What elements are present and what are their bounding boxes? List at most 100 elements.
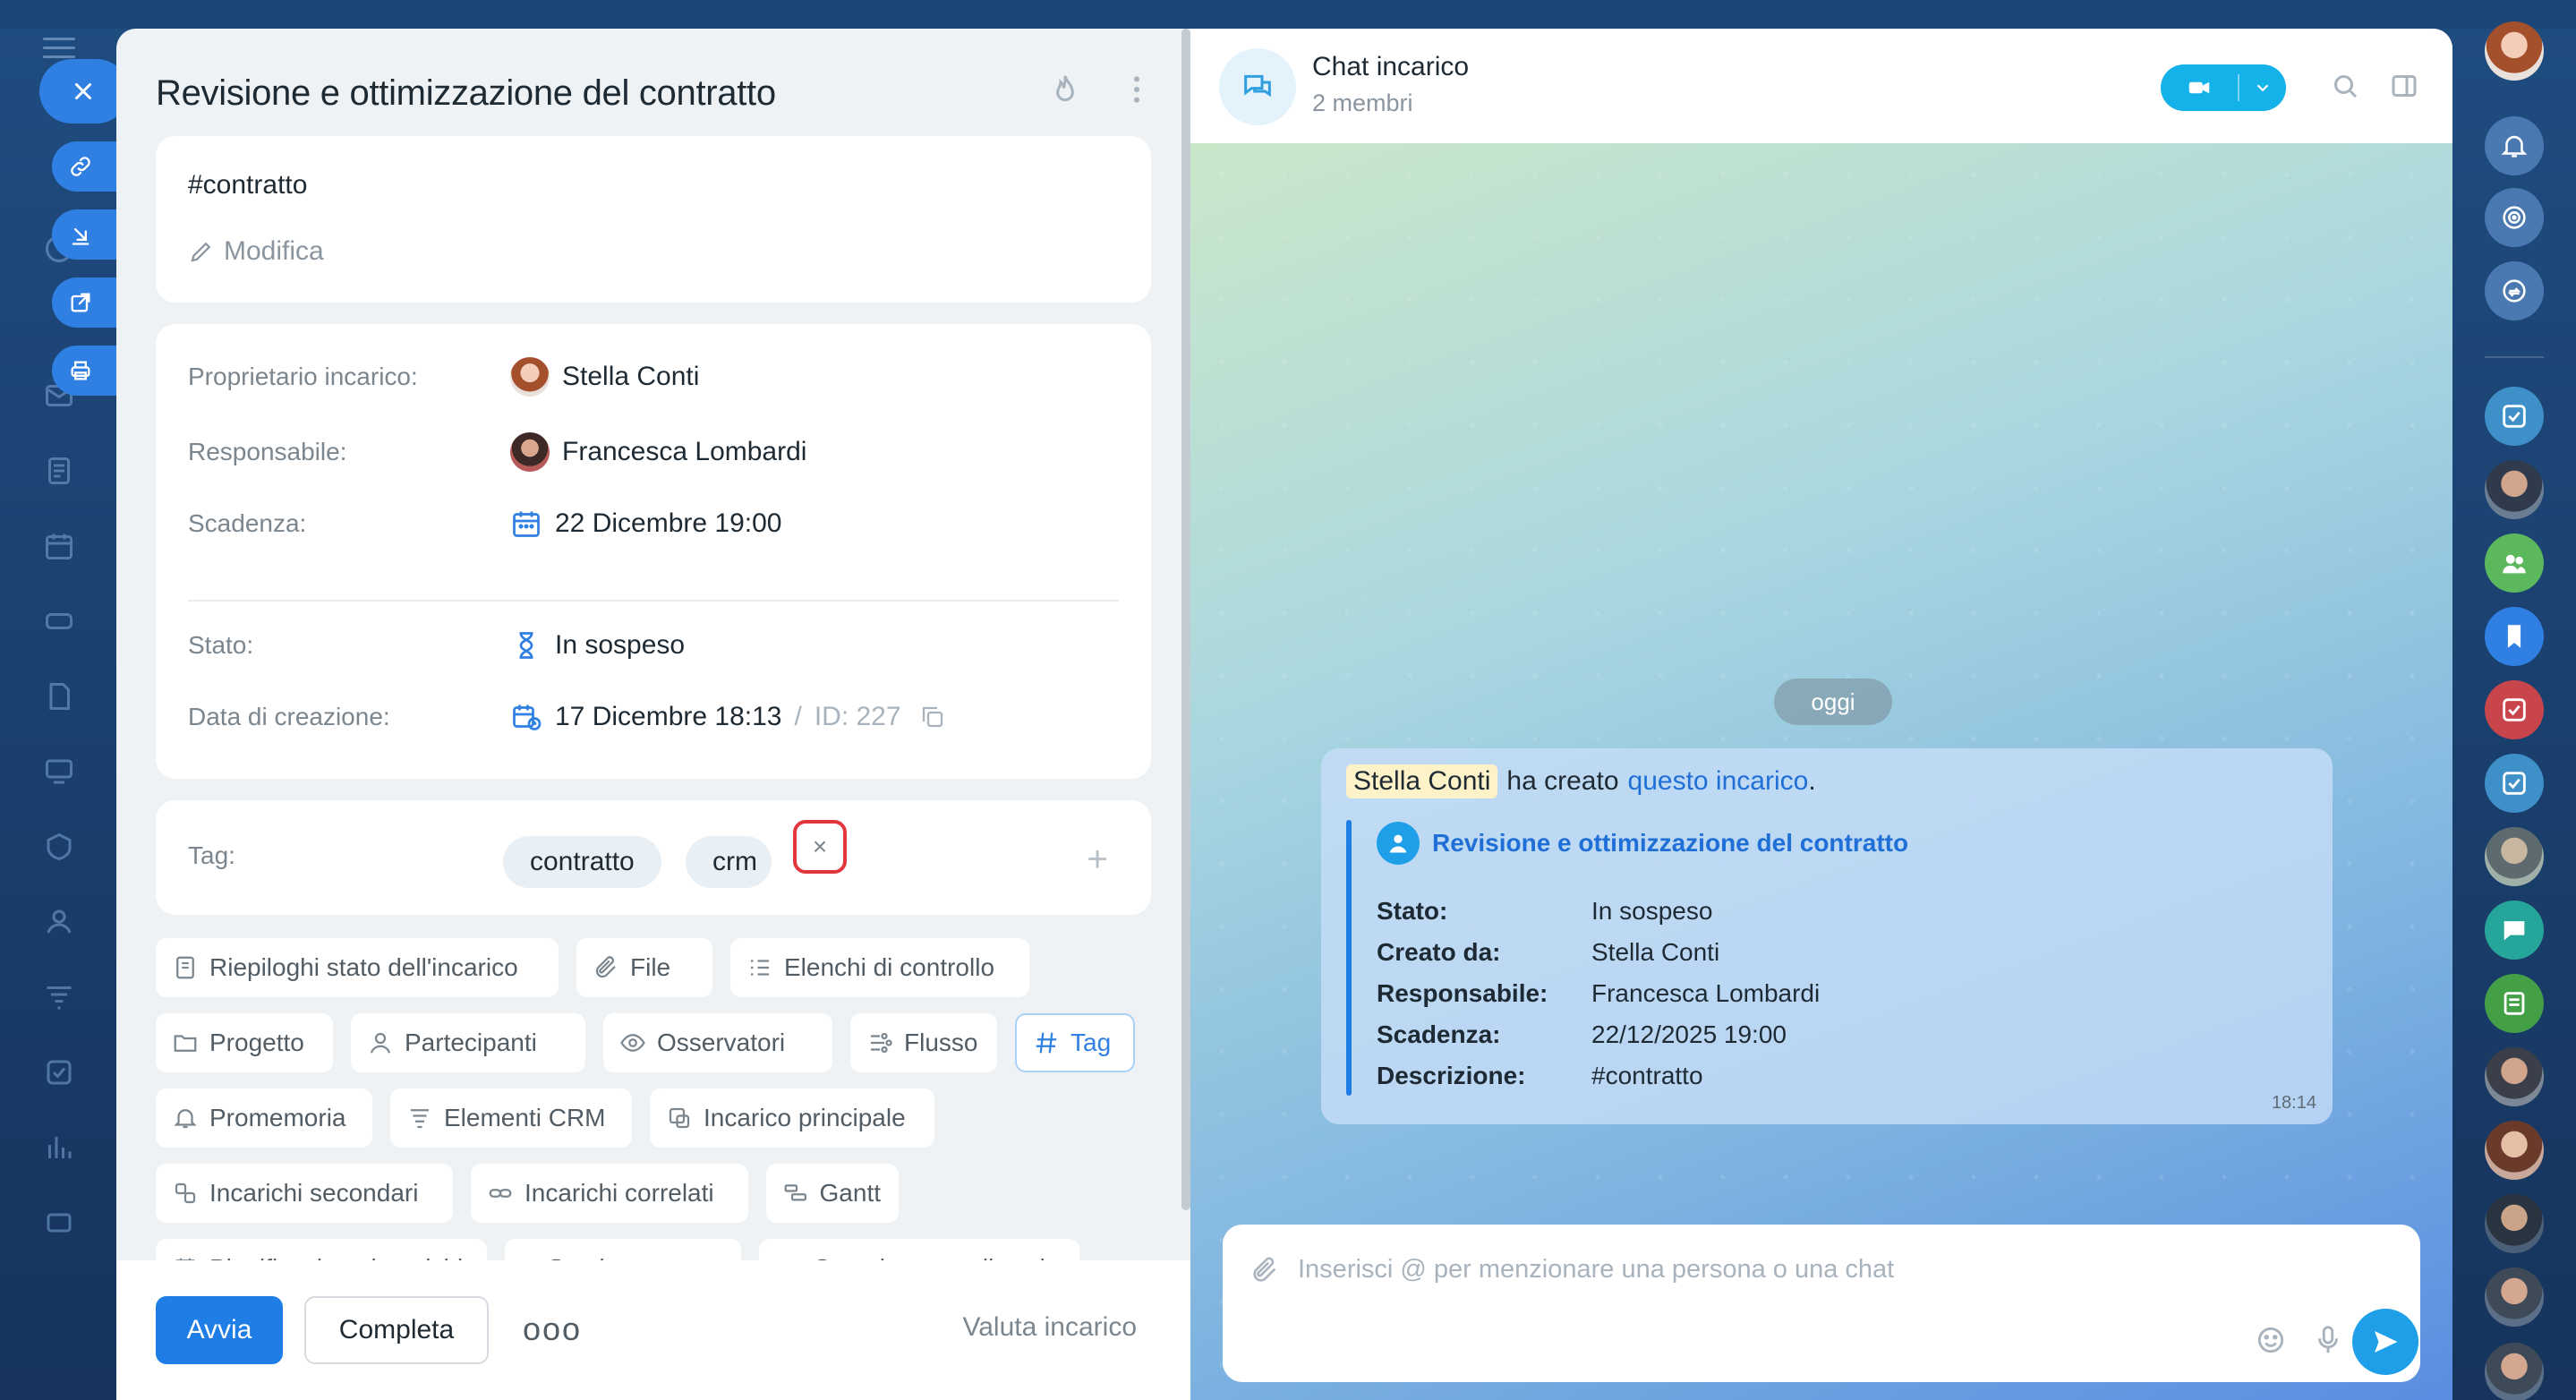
shield-nav-icon[interactable]: [43, 831, 75, 863]
deadline-value[interactable]: 22 Dicembre 19:00: [510, 508, 781, 540]
more-actions-button[interactable]: ooo: [523, 1310, 582, 1348]
subtasks-icon: [175, 1182, 196, 1204]
tags-label: Tag:: [188, 841, 235, 869]
task-link[interactable]: questo incarico: [1628, 766, 1809, 796]
chat-avatar[interactable]: [1219, 48, 1296, 125]
document-nav-icon[interactable]: [43, 455, 75, 487]
tag-chip[interactable]: contratto: [503, 836, 661, 888]
message-author[interactable]: Stella Conti: [1346, 764, 1498, 798]
microphone-icon[interactable]: [2311, 1323, 2345, 1357]
paperclip-icon: [595, 956, 616, 978]
quote-title[interactable]: Revisione e ottimizzazione del contratto: [1377, 822, 1908, 865]
chip-participants[interactable]: Partecipanti: [351, 1013, 585, 1072]
eye-icon: [620, 1034, 645, 1052]
minimize-button[interactable]: [52, 209, 120, 260]
drive-nav-icon[interactable]: [43, 605, 75, 637]
quote-field-label: Stato:: [1377, 897, 1448, 925]
message-composer[interactable]: Inserisci @ per menzionare una persona o…: [1223, 1225, 2420, 1382]
copy-link-button[interactable]: [52, 141, 120, 192]
target-button[interactable]: [2485, 188, 2544, 247]
more-vertical-icon[interactable]: [1119, 72, 1155, 112]
tag-chip[interactable]: crm: [686, 836, 772, 888]
chip-subtasks[interactable]: Incarichi secondari: [156, 1164, 453, 1223]
tasks-chat-button[interactable]: [2485, 387, 2544, 446]
print-button[interactable]: [52, 346, 120, 396]
chip-project[interactable]: Progetto: [156, 1013, 333, 1072]
quote-field-row: Scadenza: 22/12/2025 19:00: [1377, 1020, 1787, 1049]
contact-avatar[interactable]: [2485, 1194, 2544, 1253]
remove-tag-button[interactable]: ×: [793, 820, 847, 874]
chip-gantt[interactable]: Gantt: [766, 1164, 899, 1223]
contact-avatar[interactable]: [2485, 827, 2544, 886]
contact-avatar[interactable]: [2485, 1268, 2544, 1327]
system-message: Stella Conti ha creato questo incarico. …: [1321, 748, 2333, 1124]
sidebar-toggle-icon[interactable]: [2388, 70, 2420, 102]
emoji-icon[interactable]: [2254, 1323, 2288, 1357]
owner-value[interactable]: Stella Conti: [510, 357, 699, 397]
chip-reminders[interactable]: Promemoria: [156, 1088, 372, 1148]
date-divider: oggi: [1774, 679, 1892, 725]
group-chat-button[interactable]: [2485, 534, 2544, 593]
complete-button[interactable]: Completa: [304, 1296, 489, 1364]
task-chat-button[interactable]: [2485, 680, 2544, 739]
add-tag-button[interactable]: +: [1076, 838, 1119, 881]
hash-icon: [1036, 1032, 1057, 1054]
search-icon[interactable]: [2329, 70, 2361, 102]
responsible-value[interactable]: Francesca Lombardi: [510, 432, 806, 472]
contact-avatar[interactable]: [2485, 1121, 2544, 1180]
calendar-nav-icon[interactable]: [43, 530, 75, 562]
filter-nav-icon[interactable]: [43, 981, 75, 1013]
chat-members[interactable]: 2 membri: [1312, 90, 1413, 117]
board-nav-icon[interactable]: [43, 755, 75, 788]
chip-parent-task[interactable]: Incarico principale: [650, 1088, 934, 1148]
chip-crm-elements[interactable]: Elementi CRM: [390, 1088, 632, 1148]
video-call-button[interactable]: [2161, 64, 2286, 111]
rate-task-link[interactable]: Valuta incarico: [962, 1312, 1137, 1343]
chip-status-summary[interactable]: Riepiloghi stato dell'incarico: [156, 938, 559, 997]
quote-field-label: Creato da:: [1377, 938, 1501, 966]
menu-icon[interactable]: [43, 38, 75, 58]
contact-avatar[interactable]: [2485, 460, 2544, 519]
open-new-window-button[interactable]: [52, 277, 120, 328]
chain-icon: [489, 1189, 512, 1198]
task-chat-button[interactable]: [2485, 754, 2544, 813]
created-label: Data di creazione:: [188, 703, 390, 730]
close-icon: [75, 83, 91, 99]
contact-avatar[interactable]: [2485, 1343, 2544, 1400]
chip-files[interactable]: File: [576, 938, 712, 997]
task-title[interactable]: Revisione e ottimizzazione del contratto: [156, 73, 776, 114]
chip-flow[interactable]: Flusso: [850, 1013, 997, 1072]
bookmarks-button[interactable]: [2485, 607, 2544, 666]
contact-avatar[interactable]: [2485, 1047, 2544, 1106]
close-slider-button[interactable]: [39, 59, 129, 124]
start-button[interactable]: Avvia: [156, 1296, 283, 1364]
copy-icon[interactable]: [919, 704, 946, 730]
chip-observers[interactable]: Osservatori: [603, 1013, 832, 1072]
attach-icon[interactable]: [1250, 1255, 1280, 1285]
analytics-nav-icon[interactable]: [43, 1131, 75, 1164]
user-avatar[interactable]: [2485, 21, 2544, 81]
task-header: Revisione e ottimizzazione del contratto: [156, 66, 1155, 120]
notifications-button[interactable]: [2485, 116, 2544, 175]
users-nav-icon[interactable]: [43, 906, 75, 938]
chip-related-tasks[interactable]: Incarichi correlati: [471, 1164, 748, 1223]
chip-tag[interactable]: Tag: [1015, 1013, 1135, 1072]
chat-header: Chat incarico 2 membri: [1190, 29, 2452, 143]
message-input-placeholder[interactable]: Inserisci @ per menzionare una persona o…: [1298, 1255, 1894, 1285]
send-button[interactable]: [2352, 1309, 2418, 1375]
fire-icon[interactable]: [1047, 72, 1083, 112]
bell-icon: [2501, 135, 2528, 158]
chat-button[interactable]: [2485, 901, 2544, 960]
parent-task-icon: [669, 1107, 690, 1129]
created-text: 17 Dicembre 18:13: [555, 702, 782, 731]
edit-description-button[interactable]: Modifica: [188, 236, 324, 267]
chat-title[interactable]: Chat incarico: [1312, 52, 1469, 82]
notes-button[interactable]: [2485, 974, 2544, 1033]
task-panel-scrollbar[interactable]: [1181, 29, 1190, 1210]
tasks-nav-icon[interactable]: [43, 1056, 75, 1088]
file-nav-icon[interactable]: [43, 680, 75, 713]
sync-button[interactable]: [2485, 261, 2544, 320]
more-nav-icon[interactable]: [43, 1207, 75, 1239]
chip-checklists[interactable]: Elenchi di controllo: [730, 938, 1029, 997]
quote-field-value: #contratto: [1591, 1062, 1703, 1089]
